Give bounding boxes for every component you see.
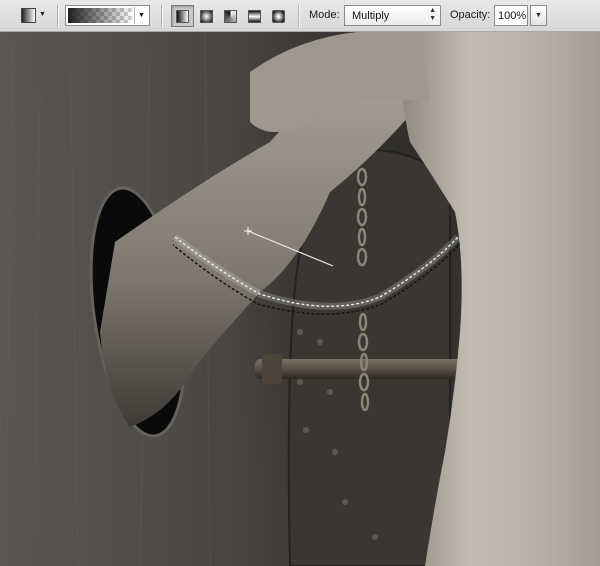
- mode-select[interactable]: Multiply ▲ ▼: [344, 5, 441, 26]
- tool-preset-picker[interactable]: ▼: [15, 5, 46, 26]
- mode-label: Mode:: [309, 9, 340, 21]
- chevron-down-icon: ▼: [535, 12, 542, 19]
- angle-gradient-icon: [224, 10, 237, 23]
- updown-arrows-icon: ▲ ▼: [429, 7, 436, 22]
- mode-value: Multiply: [352, 10, 390, 22]
- photo-canvas[interactable]: [0, 32, 600, 566]
- radial-gradient-icon: [200, 10, 213, 23]
- options-bar: ▼ ▼ Mode: Multiply ▲ ▼ Opacity: 100% ▼: [0, 0, 600, 32]
- opacity-input[interactable]: 100%: [494, 5, 528, 26]
- chevron-down-icon[interactable]: ▼: [134, 7, 148, 24]
- diamond-gradient-icon: [272, 10, 285, 23]
- linear-gradient-icon: [176, 10, 189, 23]
- chevron-down-icon: ▼: [39, 11, 46, 18]
- diamond-gradient-button[interactable]: [267, 5, 290, 27]
- divider: [57, 5, 59, 27]
- radial-gradient-button[interactable]: [195, 5, 218, 27]
- opacity-label: Opacity:: [450, 9, 491, 21]
- divider: [161, 5, 163, 27]
- gradient-tool-icon: [21, 8, 36, 23]
- gradient-swatch-icon: [68, 8, 132, 23]
- reflected-gradient-icon: [248, 10, 261, 23]
- opacity-dropdown-button[interactable]: ▼: [530, 5, 547, 26]
- angle-gradient-button[interactable]: [219, 5, 242, 27]
- gradient-picker[interactable]: ▼: [65, 5, 150, 26]
- opacity-value: 100%: [498, 10, 527, 22]
- reflected-gradient-button[interactable]: [243, 5, 266, 27]
- divider: [298, 5, 300, 27]
- linear-gradient-button[interactable]: [171, 5, 194, 27]
- bolt-bracket: [262, 354, 282, 384]
